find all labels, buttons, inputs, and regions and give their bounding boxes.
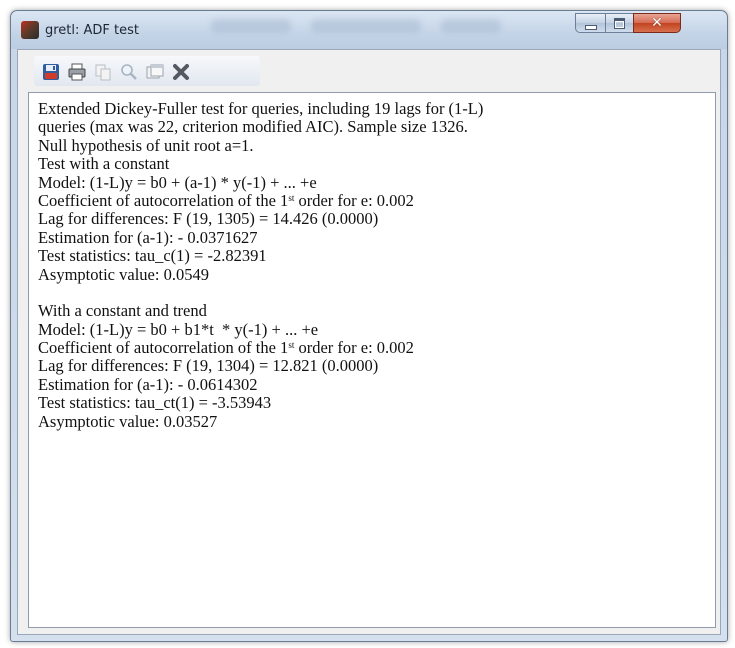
copy-button[interactable] [92,61,114,83]
maximize-button[interactable] [605,13,633,33]
minimize-button[interactable] [575,13,605,33]
constant-model: Model: (1-L)y = b0 + (a-1) * y(-1) + ...… [38,172,317,192]
trend-asymptotic: Asymptotic value: 0.03527 [38,411,218,431]
edit-button[interactable] [144,61,166,83]
trend-autocorr: Coefficient of autocorrelation of the 1s… [38,338,706,358]
close-output-button[interactable] [170,61,192,83]
close-icon [173,64,189,80]
print-button[interactable] [66,61,88,83]
title-bar-blur [441,19,501,33]
maximize-icon [614,17,625,29]
find-icon [121,64,137,80]
minimize-icon [584,24,597,30]
trend-statistic: Test statistics: tau_ct(1) = -3.53943 [38,393,272,413]
intro-line-1: Extended Dickey-Fuller test for queries,… [38,99,484,118]
save-icon [43,64,59,80]
gretl-app-icon[interactable] [21,21,39,39]
title-bar-blur [311,19,421,33]
constant-autocorr: Coefficient of autocorrelation of the 1s… [38,190,706,210]
window-title: gretl: ADF test [45,23,140,38]
close-window-button[interactable]: ✕ [633,13,681,33]
trend-autocorr-suffix: order for e: 0.002 [294,338,414,358]
close-window-icon: ✕ [651,15,663,31]
trend-model: Model: (1-L)y = b0 + b1*t * y(-1) + ... … [38,319,319,339]
constant-asymptotic: Asymptotic value: 0.0549 [38,264,209,284]
trend-lag: Lag for differences: F (19, 1304) = 12.8… [38,356,379,376]
find-button[interactable] [118,61,140,83]
title-bar[interactable]: gretl: ADF test ✕ [11,11,727,49]
constant-heading: Test with a constant [38,154,170,174]
constant-autocorr-suffix: order for e: 0.002 [294,190,414,210]
intro-line-3: Null hypothesis of unit root a=1. [38,135,254,155]
intro-line-2: queries (max was 22, criterion modified … [38,117,468,137]
copy-icon [95,64,111,81]
trend-heading: With a constant and trend [38,301,207,321]
toolbar [18,50,720,90]
adf-test-window: gretl: ADF test ✕ Extended Dickey-Fuller… [10,10,728,642]
title-bar-blur [211,19,291,33]
constant-autocorr-prefix: Coefficient of autocorrelation of the 1 [38,190,289,210]
adf-output-text[interactable]: Extended Dickey-Fuller test for queries,… [28,92,716,628]
window-client-area: Extended Dickey-Fuller test for queries,… [17,49,721,635]
constant-statistic: Test statistics: tau_c(1) = -2.82391 [38,246,267,266]
constant-lag: Lag for differences: F (19, 1305) = 14.4… [38,209,379,229]
save-button[interactable] [40,61,62,83]
trend-autocorr-prefix: Coefficient of autocorrelation of the 1 [38,338,289,358]
constant-estimation: Estimation for (a-1): - 0.0371627 [38,227,258,247]
edit-icon [146,64,164,79]
trend-estimation: Estimation for (a-1): - 0.0614302 [38,374,258,394]
print-icon [68,63,86,81]
